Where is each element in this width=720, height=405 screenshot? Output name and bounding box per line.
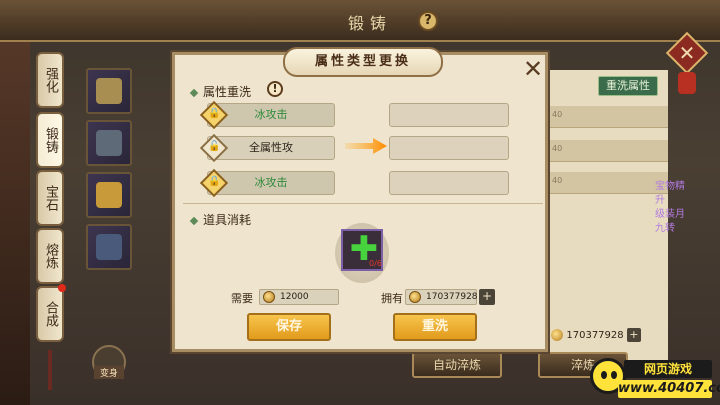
- add-currency-button[interactable]: +: [479, 289, 495, 305]
- window-close-icon: ✕: [678, 41, 696, 65]
- reroll-button[interactable]: 重洗: [393, 313, 477, 341]
- tab-smelt[interactable]: 熔炼: [36, 228, 64, 284]
- attribute-row-3[interactable]: 🔒 冰攻击: [199, 168, 335, 198]
- coin-icon: [551, 329, 564, 341]
- save-button[interactable]: 保存: [247, 313, 331, 341]
- reset-attributes-button[interactable]: 重洗属性: [598, 76, 658, 96]
- lock-icon: 🔒: [208, 108, 221, 119]
- notification-dot: [58, 284, 66, 292]
- unlock-icon: 🔓: [208, 141, 221, 152]
- accessory-icon: [96, 182, 122, 208]
- have-label: 拥有: [381, 292, 403, 305]
- gloves-icon: [96, 78, 122, 104]
- coin-icon: [263, 291, 275, 303]
- section-item-cost: 道具消耗: [189, 211, 251, 228]
- lantern-decoration: [678, 72, 696, 94]
- background-attr-row: 40: [548, 106, 668, 128]
- transform-label: 变身: [94, 366, 124, 379]
- watermark-line2: www.40407.com: [618, 380, 720, 398]
- background-have-amount: 有 170377928 +: [538, 326, 648, 342]
- attribute-change-dialog: 属性类型更换 ✕ 属性重洗 ! 🔒 冰攻击 🔓 全属性攻 🔒 冰攻击 道具消耗: [172, 47, 548, 352]
- result-slot-2: [389, 136, 509, 160]
- bullet-icon: [189, 88, 199, 97]
- background-attr-row: 40: [548, 140, 668, 162]
- tab-gem[interactable]: 宝石: [36, 170, 64, 226]
- left-edge-decoration: [0, 0, 30, 405]
- boots-icon: [96, 234, 122, 260]
- site-watermark: 网页游戏 www.40407.com: [590, 354, 720, 402]
- dialog-close-button[interactable]: ✕: [521, 57, 545, 81]
- coin-icon: [409, 291, 421, 303]
- background-attr-row: 40: [548, 172, 668, 194]
- section-divider: [183, 203, 543, 204]
- tab-strengthen[interactable]: 强化: [36, 52, 64, 108]
- equipment-slot-accessory[interactable]: [86, 172, 132, 218]
- equipment-slot-armor[interactable]: [86, 120, 132, 166]
- item-count: 0/6: [369, 259, 382, 268]
- page-title: 锻铸: [347, 14, 392, 33]
- section-attribute-reroll: 属性重洗: [189, 83, 251, 100]
- have-amount: 170377928: [405, 289, 478, 305]
- auto-refine-button[interactable]: 自动淬炼: [412, 352, 502, 378]
- add-coin-button[interactable]: +: [626, 328, 641, 342]
- tassel-decoration: [48, 350, 52, 390]
- equipment-slot-boots[interactable]: [86, 224, 132, 270]
- help-button[interactable]: ?: [418, 11, 438, 31]
- result-slot-1: [389, 103, 509, 127]
- armor-icon: [96, 130, 122, 156]
- lock-icon: 🔒: [208, 176, 221, 187]
- background-chat-text: 宝物精 升 级装月 九转: [655, 181, 685, 234]
- warning-icon[interactable]: !: [267, 81, 283, 97]
- tab-synthesize[interactable]: 合成: [36, 286, 64, 342]
- attribute-row-2[interactable]: 🔓 全属性攻: [199, 133, 335, 163]
- equipment-slot-gloves[interactable]: [86, 68, 132, 114]
- arrow-right-icon: [345, 138, 387, 154]
- need-amount: 12000: [259, 289, 339, 305]
- watermark-line1: 网页游戏: [624, 360, 712, 378]
- dialog-title: 属性类型更换: [283, 47, 443, 77]
- bullet-icon: [189, 216, 199, 225]
- need-label: 需要: [231, 292, 253, 305]
- result-slot-3: [389, 171, 509, 195]
- attribute-row-1[interactable]: 🔒 冰攻击: [199, 100, 335, 130]
- tab-forge[interactable]: 锻铸: [36, 112, 64, 168]
- item-slot[interactable]: ✚ 0/6: [341, 229, 383, 271]
